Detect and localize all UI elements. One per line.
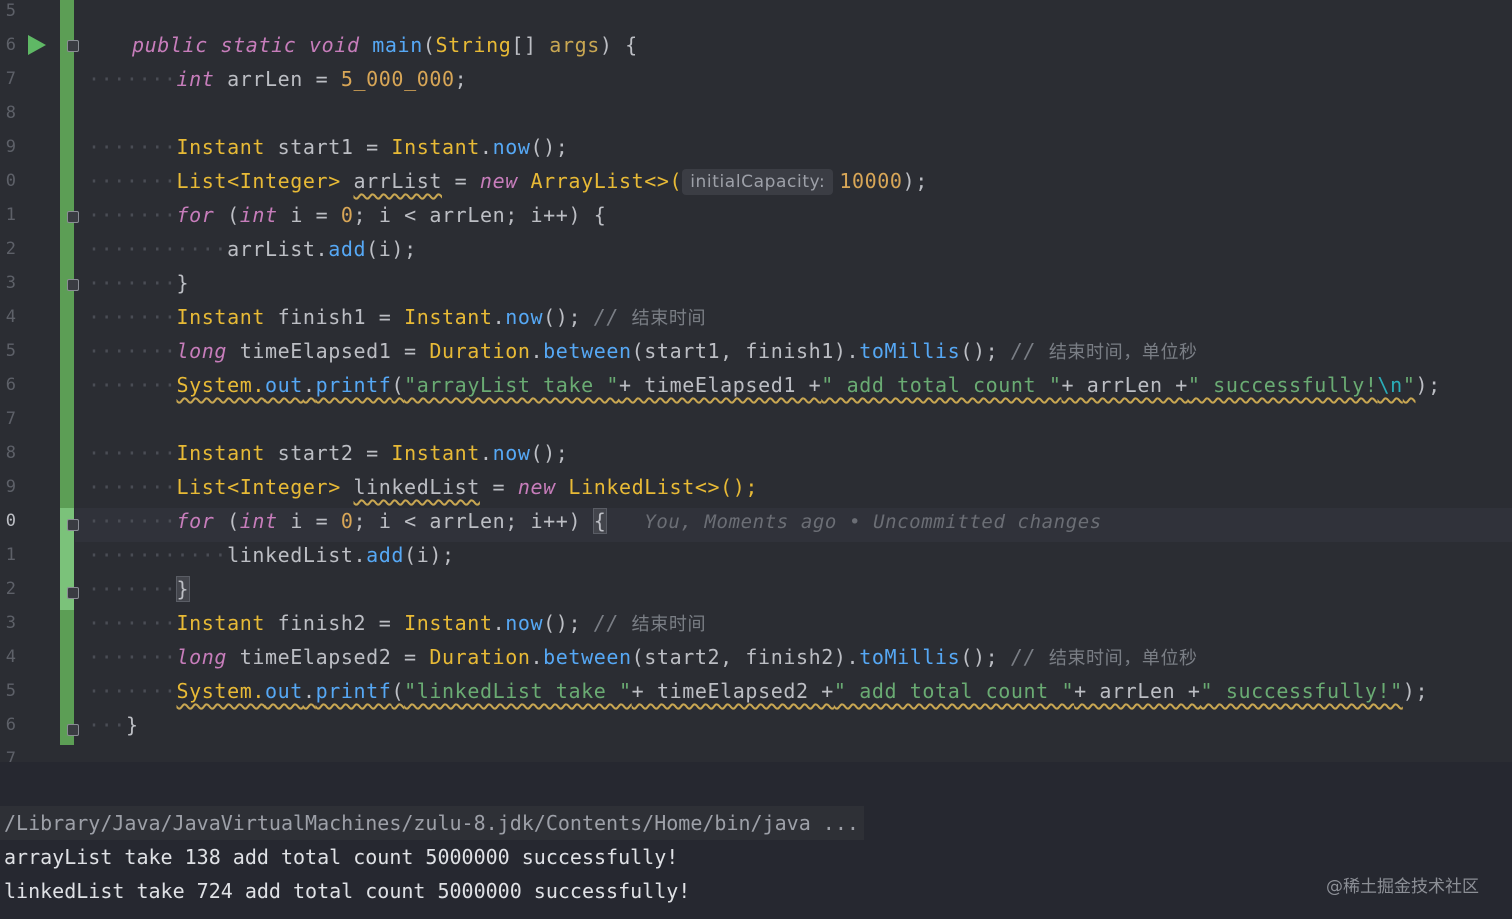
code-line: ···}: [88, 713, 139, 737]
code-area[interactable]: public static void main(String[] args) {…: [0, 0, 1512, 762]
code-line: ···········arrList.add(i);: [88, 237, 417, 261]
matched-brace: {: [592, 508, 608, 534]
matched-brace: }: [175, 576, 191, 602]
code-line: public static void main(String[] args) {: [132, 33, 638, 57]
code-line: ·······Instant finish2 = Instant.now(); …: [88, 611, 707, 635]
code-line: ·······Instant start2 = Instant.now();: [88, 441, 569, 465]
code-line: ·······}: [88, 271, 190, 295]
code-line: ·······Instant finish1 = Instant.now(); …: [88, 305, 707, 329]
console-command[interactable]: /Library/Java/JavaVirtualMachines/zulu-8…: [4, 806, 859, 840]
code-line: ·······}: [88, 576, 191, 602]
code-line: ···········linkedList.add(i);: [88, 543, 455, 567]
run-console[interactable]: /Library/Java/JavaVirtualMachines/zulu-8…: [0, 762, 1512, 919]
code-line: ·······List<Integer> arrList = new Array…: [88, 169, 928, 195]
parameter-hint: initialCapacity:: [682, 169, 834, 195]
code-line-current: ·······for (int i = 0; i < arrLen; i++) …: [88, 508, 1102, 534]
code-line: ·······long timeElapsed2 = Duration.betw…: [88, 645, 1198, 669]
watermark: @稀土掘金技术社区: [1326, 877, 1479, 897]
git-blame-annotation[interactable]: You, Moments ago • Uncommitted changes: [644, 511, 1101, 533]
code-line: ·······int arrLen = 5_000_000;: [88, 67, 468, 91]
code-line: ·······System.out.printf("linkedList tak…: [88, 679, 1429, 703]
code-line: ·······System.out.printf("arrayList take…: [88, 373, 1441, 397]
console-output-line: arrayList take 138 add total count 50000…: [4, 845, 679, 869]
code-editor[interactable]: 5 6 7 8 9 0 1 2 3 4 5 6 7 8 9 0 1 2 3 4 …: [0, 0, 1512, 762]
console-output-line: linkedList take 724 add total count 5000…: [4, 879, 691, 903]
code-line: ·······for (int i = 0; i < arrLen; i++) …: [88, 203, 607, 227]
code-line: ·······List<Integer> linkedList = new Li…: [88, 475, 759, 499]
code-line: ·······Instant start1 = Instant.now();: [88, 135, 569, 159]
code-line: ·······long timeElapsed1 = Duration.betw…: [88, 339, 1198, 363]
